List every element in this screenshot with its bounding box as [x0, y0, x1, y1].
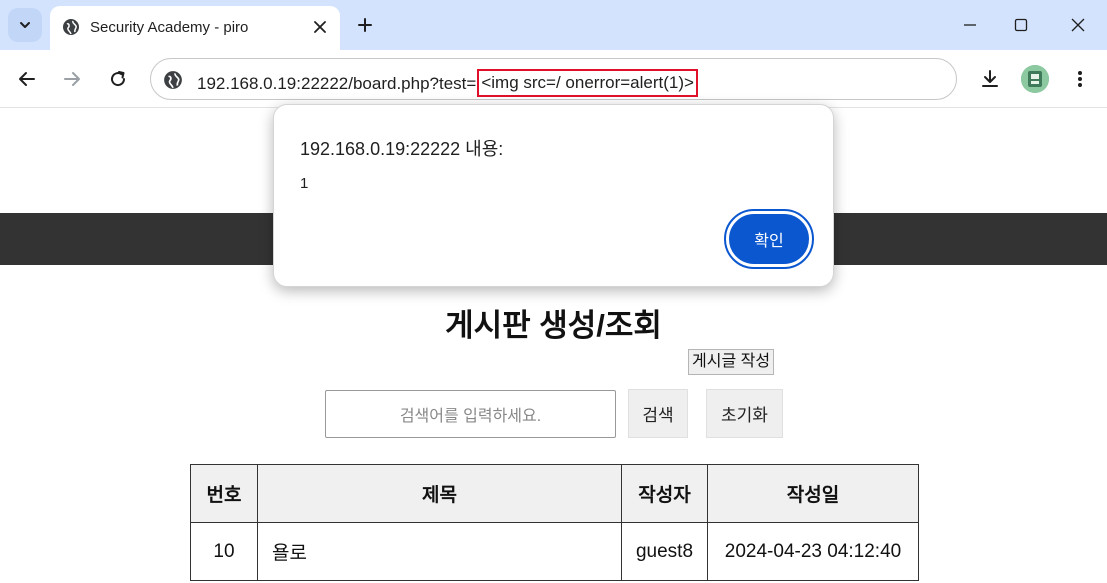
url-text: 192.168.0.19:22222/board.php?test= <img s…: [197, 69, 698, 98]
address-bar[interactable]: 192.168.0.19:22222/board.php?test= <img s…: [150, 58, 957, 100]
dialog-message: 1: [300, 175, 309, 192]
dialog-heading: 192.168.0.19:22222 내용:: [300, 139, 504, 159]
close-tab-icon[interactable]: [310, 17, 330, 37]
cell-date: 2024-04-23 04:12:40: [707, 522, 919, 581]
more-menu-icon[interactable]: [1066, 65, 1094, 93]
tab-title: Security Academy - piro: [90, 19, 249, 36]
globe-icon: [63, 19, 79, 35]
header-author: 작성자: [621, 464, 708, 523]
search-input[interactable]: 검색어를 입력하세요.: [325, 390, 616, 438]
reload-icon[interactable]: [104, 65, 132, 93]
tab-strip: Security Academy - piro: [0, 0, 1107, 50]
url-payload-highlight: <img src=/ onerror=alert(1)>: [477, 69, 698, 97]
forward-arrow-icon[interactable]: [58, 65, 86, 93]
maximize-icon[interactable]: [1008, 12, 1034, 38]
chevron-down-icon: [20, 22, 30, 28]
cell-title[interactable]: 욜로: [257, 522, 622, 581]
close-window-icon[interactable]: [1065, 12, 1091, 38]
table-header-row: 번호 제목 작성자 작성일: [190, 464, 919, 523]
board-table: 번호 제목 작성자 작성일 10 욜로 guest8 2024-04-23 04…: [190, 464, 919, 581]
reset-button[interactable]: 초기화: [706, 389, 783, 438]
browser-toolbar: 192.168.0.19:22222/board.php?test= <img s…: [0, 50, 1107, 108]
table-row[interactable]: 10 욜로 guest8 2024-04-23 04:12:40: [190, 522, 919, 581]
back-arrow-icon[interactable]: [13, 65, 41, 93]
header-number: 번호: [190, 464, 258, 523]
globe-icon: [164, 71, 182, 89]
search-button[interactable]: 검색: [628, 389, 688, 438]
header-date: 작성일: [707, 464, 919, 523]
write-post-button[interactable]: 게시글 작성: [688, 349, 775, 375]
tab-search-button[interactable]: [8, 8, 42, 42]
ok-button[interactable]: 확인: [724, 209, 814, 269]
url-prefix: 192.168.0.19:22222/board.php?test=: [197, 74, 477, 93]
header-title: 제목: [257, 464, 622, 523]
profile-avatar[interactable]: [1021, 65, 1049, 93]
alert-dialog: 192.168.0.19:22222 내용: 1 확인: [273, 104, 834, 287]
cell-author: guest8: [621, 522, 708, 581]
new-tab-plus-icon[interactable]: [353, 13, 377, 37]
minimize-icon[interactable]: [957, 12, 983, 38]
active-tab[interactable]: Security Academy - piro: [50, 6, 340, 50]
page-title: 게시판 생성/조회: [445, 308, 662, 343]
download-icon[interactable]: [976, 65, 1004, 93]
cell-number: 10: [190, 522, 258, 581]
